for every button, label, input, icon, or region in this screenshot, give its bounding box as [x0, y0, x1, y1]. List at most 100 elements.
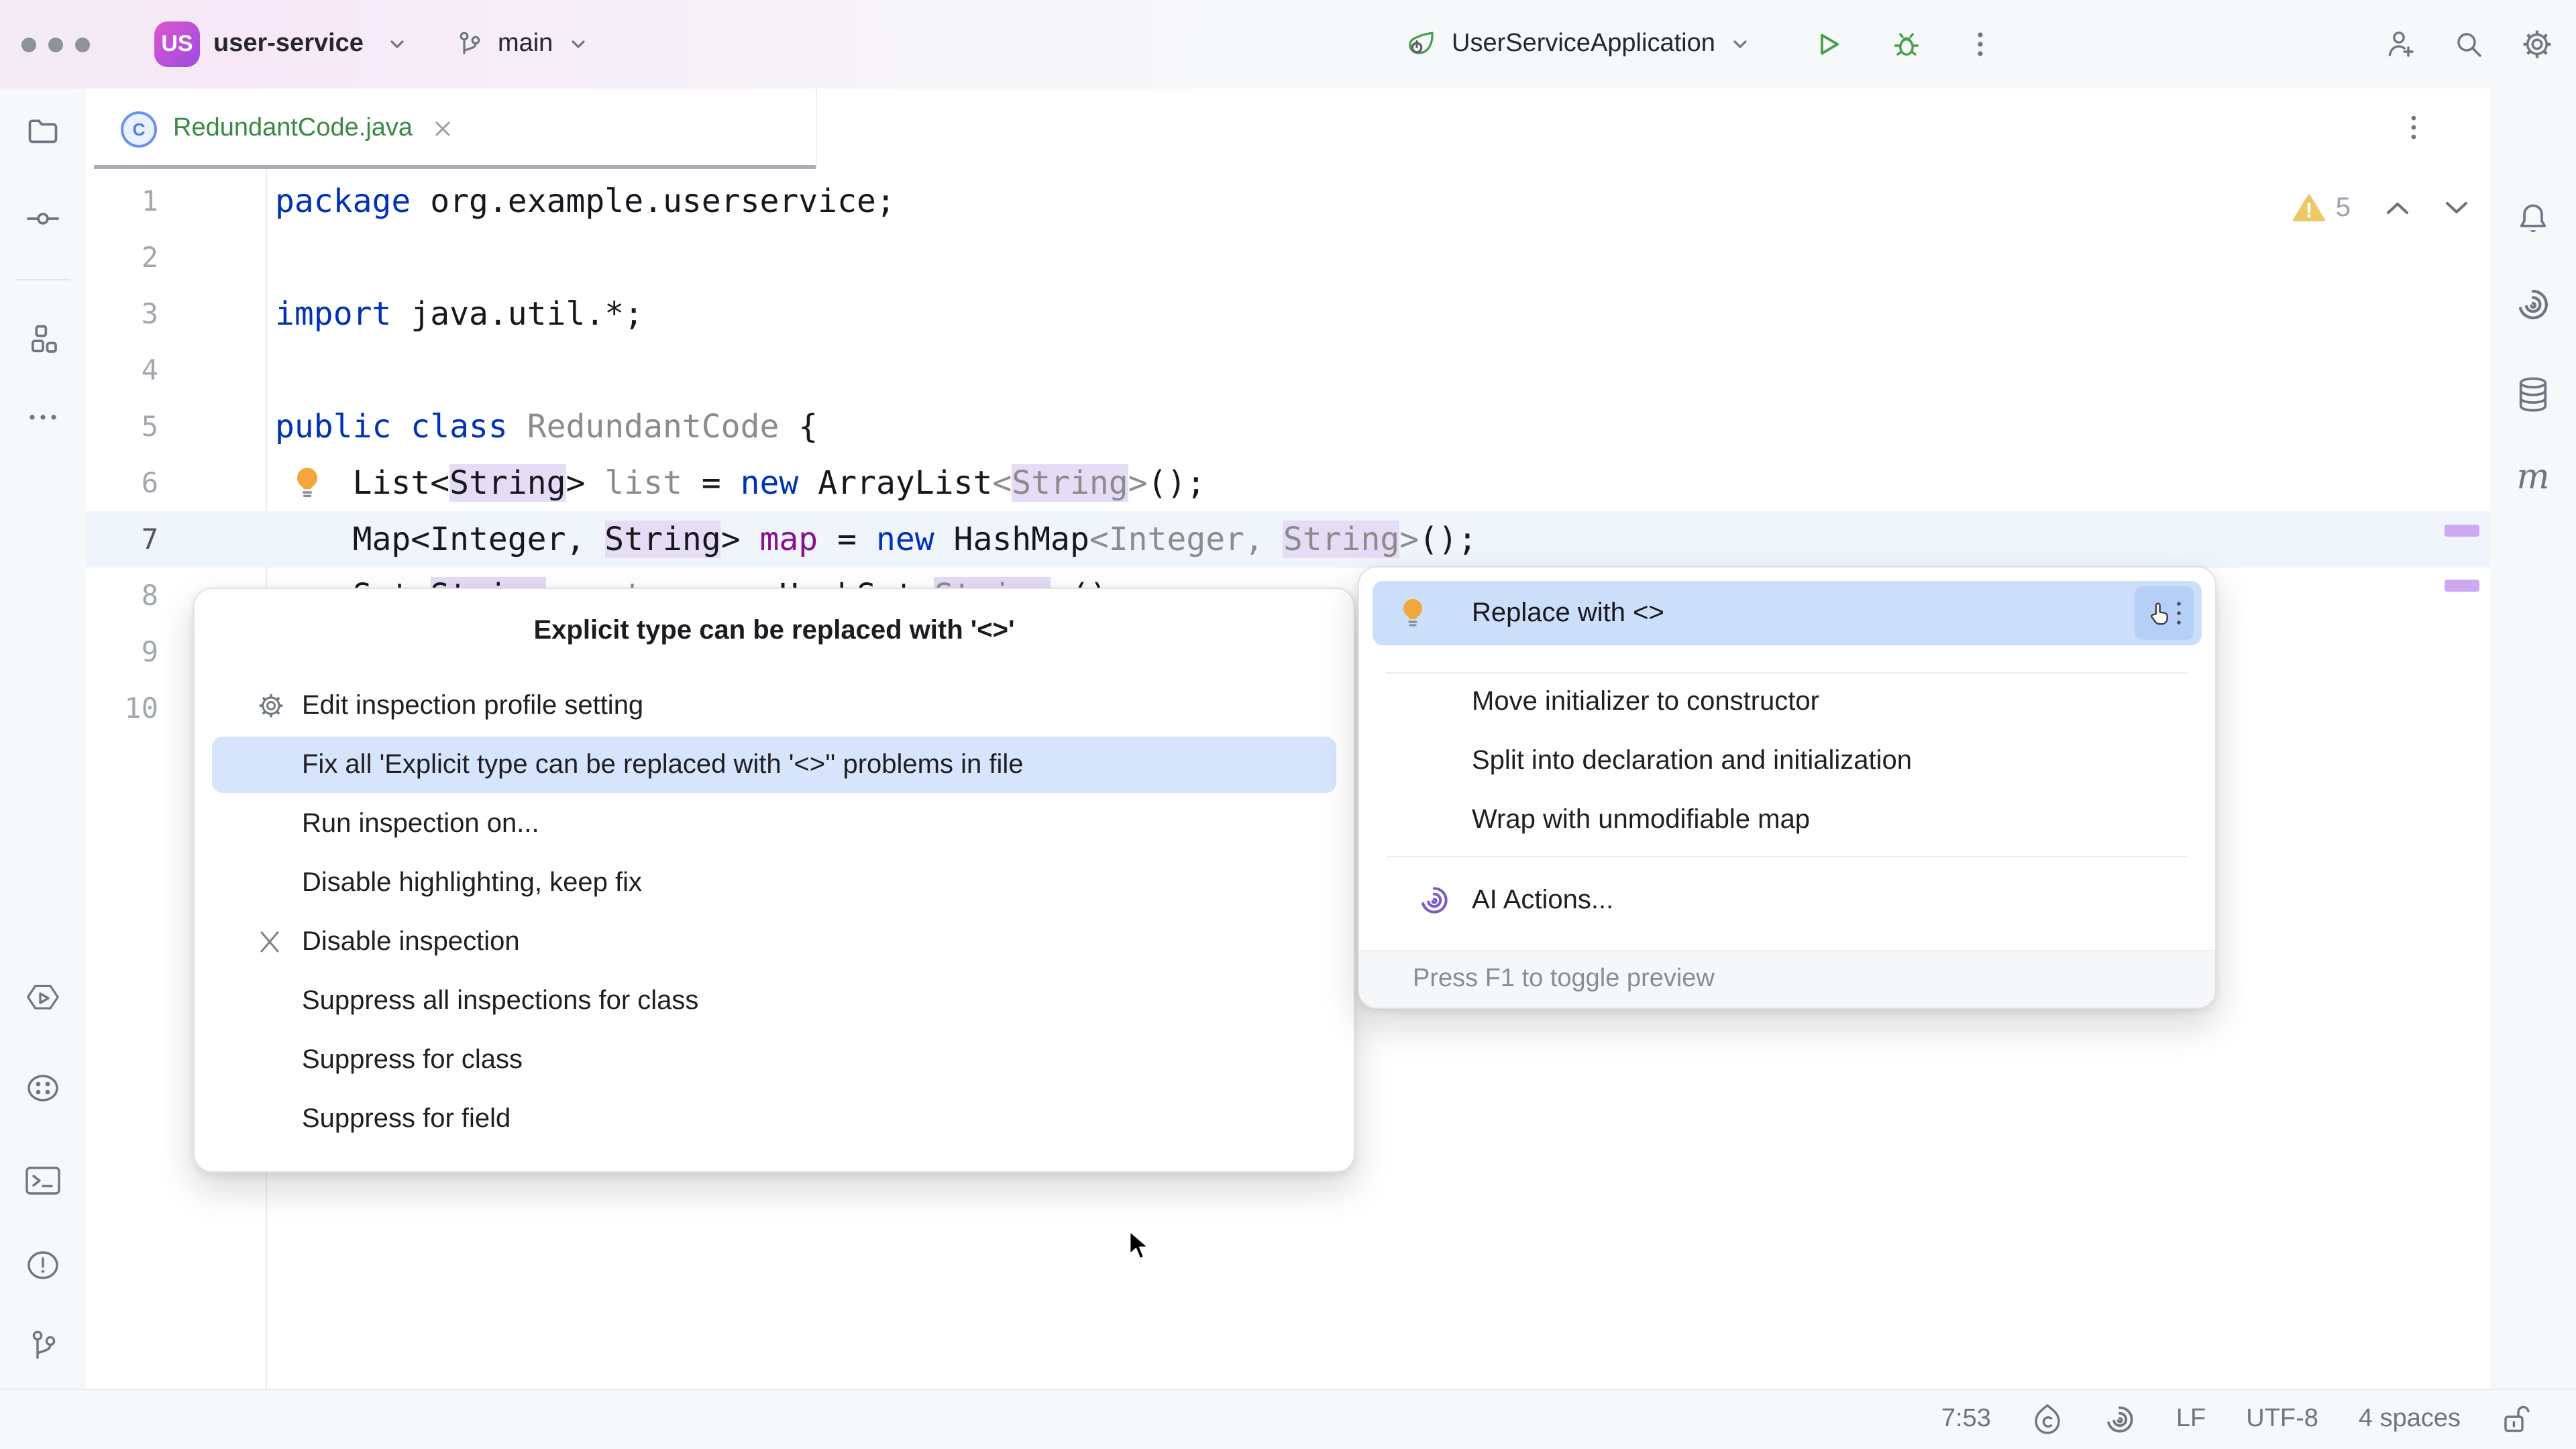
code-text: package org.example.userservice;	[275, 182, 896, 220]
main-toolbar: US user-service main	[0, 0, 2576, 89]
run-config-name[interactable]: UserServiceApplication	[1452, 30, 1715, 59]
services-icon[interactable]	[24, 981, 62, 1016]
menu-item-disable-highlighting[interactable]: Disable highlighting, keep fix	[195, 853, 1354, 912]
intention-item-move-initializer[interactable]: Move initializer to constructor	[1472, 675, 1819, 729]
warning-triangle-icon	[2293, 193, 2325, 223]
maven-icon[interactable]: m	[2516, 458, 2549, 498]
line-number: 1	[86, 185, 158, 217]
inspection-menu: Edit inspection profile setting Fix all …	[195, 676, 1354, 1148]
run-button[interactable]	[1812, 28, 1844, 60]
mouse-cursor	[1124, 1229, 1157, 1264]
menu-item-suppress-field[interactable]: Suppress for field	[195, 1089, 1354, 1148]
caret-position[interactable]: 7:53	[1941, 1405, 1991, 1434]
indent-style[interactable]: 4 spaces	[2359, 1405, 2461, 1434]
line-number: 6	[86, 467, 158, 499]
structure-icon[interactable]	[25, 322, 60, 357]
notifications-bell-icon[interactable]	[2516, 201, 2551, 237]
project-folder-icon[interactable]	[25, 114, 60, 149]
inspection-options-popup: Explicit type can be replaced with '<>' …	[193, 588, 1355, 1173]
intention-actions-popup: Replace with <> Move initializer to cons…	[1358, 566, 2216, 1009]
footer-hint: Press F1 to toggle preview	[1413, 965, 1715, 994]
code-text: import java.util.*;	[275, 295, 643, 333]
plugins-icon[interactable]	[25, 1072, 61, 1104]
intention-item-split-declaration[interactable]: Split into declaration and initializatio…	[1472, 734, 1912, 788]
menu-item-suppress-class[interactable]: Suppress for class	[195, 1030, 1354, 1089]
menu-item-run-inspection[interactable]: Run inspection on...	[195, 794, 1354, 853]
inspections-widget[interactable]: 5	[2293, 185, 2469, 231]
problems-icon[interactable]	[25, 1249, 60, 1281]
warning-count: 5	[2336, 193, 2351, 223]
hand-cursor-icon	[2147, 600, 2170, 626]
menu-item-disable-inspection[interactable]: Disable inspection	[195, 912, 1354, 971]
project-badge: US	[154, 21, 200, 67]
branch-name: main	[498, 30, 553, 59]
gear-icon	[256, 691, 286, 720]
intention-bulb-icon[interactable]	[290, 464, 325, 502]
commit-icon[interactable]	[25, 201, 60, 236]
vcs-widget[interactable]: main	[455, 30, 588, 59]
java-class-icon: C	[121, 111, 157, 147]
code-line: 5 public class RedundantCode {	[86, 398, 2490, 455]
project-widget[interactable]: US user-service	[90, 21, 407, 67]
error-stripe-mark[interactable]	[2445, 525, 2479, 537]
intention-selected-row[interactable]: Replace with <>	[1373, 581, 2202, 645]
intention-submenu-button[interactable]	[2135, 586, 2194, 640]
editor-tab-bar: C RedundantCode.java	[86, 89, 2490, 170]
chevron-down-icon[interactable]	[1731, 35, 1750, 54]
code-text: public class RedundantCode {	[275, 408, 818, 445]
database-icon[interactable]	[2516, 376, 2551, 413]
tab-redundantcode[interactable]: C RedundantCode.java	[94, 89, 817, 169]
tab-file-name: RedundantCode.java	[173, 114, 413, 144]
next-problem-chevron-down-icon[interactable]	[2445, 200, 2469, 216]
branch-icon	[455, 30, 484, 59]
popup-divider	[1386, 672, 2188, 674]
close-icon	[256, 928, 283, 955]
code-line: 1 package org.example.userservice;	[86, 173, 2490, 229]
popup-divider	[1386, 856, 2188, 857]
menu-item-fix-all-selected[interactable]: Fix all 'Explicit type can be replaced w…	[195, 735, 1354, 794]
file-encoding[interactable]: UTF-8	[2246, 1405, 2318, 1434]
more-toolwindows-icon[interactable]	[27, 411, 59, 424]
error-stripe-mark[interactable]	[2445, 580, 2479, 592]
tab-close-icon[interactable]	[431, 118, 453, 140]
ai-assistant-icon[interactable]	[2515, 286, 2551, 323]
unlock-icon[interactable]	[2501, 1403, 2530, 1436]
highlighting-level-icon[interactable]	[2031, 1402, 2063, 1437]
terminal-icon[interactable]	[25, 1165, 61, 1196]
search-everywhere-icon[interactable]	[2453, 28, 2485, 60]
tab-options-kebab-icon[interactable]	[2402, 113, 2426, 142]
menu-item-edit-profile[interactable]: Edit inspection profile setting	[195, 676, 1354, 735]
previous-problem-chevron-up-icon[interactable]	[2385, 200, 2410, 216]
line-number: 9	[86, 636, 158, 668]
left-toolwindow-bar	[0, 89, 87, 1389]
line-number: 7	[86, 523, 158, 555]
intention-selected-label: Replace with <>	[1472, 581, 1664, 645]
line-number: 5	[86, 411, 158, 443]
chevron-down-icon	[388, 35, 407, 54]
spring-boot-icon	[1403, 27, 1438, 62]
code-text: Map<Integer, String> map = new HashMap<I…	[275, 521, 1477, 558]
menu-item-suppress-all-class[interactable]: Suppress all inspections for class	[195, 971, 1354, 1030]
ai-assistant-status-icon[interactable]	[2104, 1403, 2136, 1436]
sidebar-divider	[16, 279, 70, 280]
right-toolwindow-bar: m	[2489, 89, 2576, 1389]
line-number: 2	[86, 241, 158, 274]
git-toolwindow-icon[interactable]	[27, 1328, 59, 1363]
settings-gear-icon[interactable]	[2520, 27, 2555, 62]
window-controls[interactable]	[21, 37, 90, 52]
code-with-me-icon[interactable]	[2383, 27, 2418, 62]
more-actions-kebab-icon[interactable]	[1968, 30, 1994, 59]
code-line-current: 7 Map<Integer, String> map = new HashMap…	[86, 511, 2490, 568]
intention-item-wrap-unmodifiable[interactable]: Wrap with unmodifiable map	[1472, 793, 1810, 847]
popup-footer: Press F1 to toggle preview	[1359, 950, 2215, 1008]
code-line: 2	[86, 229, 2490, 286]
line-number: 3	[86, 298, 158, 330]
intention-item-ai-actions[interactable]: AI Actions...	[1472, 873, 1613, 927]
project-name: user-service	[213, 30, 364, 59]
code-text: List<String> list = new ArrayList<String…	[275, 464, 1205, 502]
line-number: 10	[86, 692, 158, 724]
chevron-down-icon	[569, 35, 588, 54]
ai-actions-icon	[1418, 884, 1450, 916]
debug-button[interactable]	[1890, 27, 1925, 62]
line-separator[interactable]: LF	[2176, 1405, 2206, 1434]
